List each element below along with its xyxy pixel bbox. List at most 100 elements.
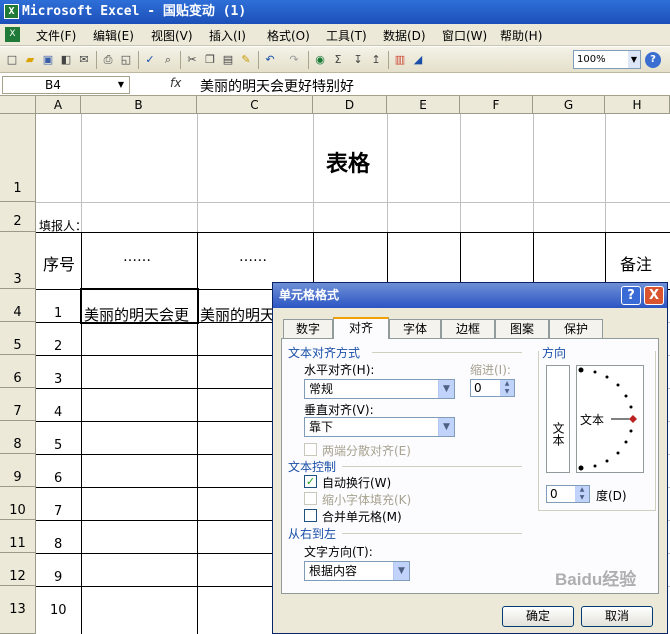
help-icon[interactable]: ? xyxy=(645,52,661,68)
column-header-f[interactable]: F xyxy=(460,96,533,114)
name-box[interactable]: B4 ▼ xyxy=(2,76,130,94)
spin-down-icon[interactable]: ▼ xyxy=(500,388,514,396)
menu-data[interactable]: 数据(D) xyxy=(383,27,426,44)
chevron-down-icon[interactable]: ▼ xyxy=(628,51,640,68)
text-direction-select[interactable]: 根据内容 ▼ xyxy=(304,561,410,581)
formula-input[interactable]: 美丽的明天会更好特别好 xyxy=(200,76,354,96)
row-header-6[interactable]: 6 xyxy=(0,355,36,388)
seq-cell[interactable]: 6 xyxy=(54,471,62,486)
permission-icon[interactable]: ◧ xyxy=(58,52,74,68)
row-header-13[interactable]: 13 xyxy=(0,586,36,634)
chart-wizard-icon[interactable]: ▥ xyxy=(392,52,408,68)
zoom-select[interactable]: 100% ▼ xyxy=(573,50,641,69)
dialog-help-button[interactable]: ? xyxy=(621,286,641,305)
row-header-7[interactable]: 7 xyxy=(0,388,36,421)
row-header-8[interactable]: 8 xyxy=(0,421,36,454)
seq-cell[interactable]: 3 xyxy=(54,372,62,387)
menu-help[interactable]: 帮助(H) xyxy=(500,27,542,44)
column-header-g[interactable]: G xyxy=(533,96,605,114)
spelling-icon[interactable]: ✓ xyxy=(142,52,158,68)
sort-ascending-icon[interactable]: ↧ xyxy=(350,52,366,68)
shrink-to-fit-checkbox[interactable] xyxy=(304,492,317,505)
column-header-e[interactable]: E xyxy=(387,96,460,114)
seq-cell[interactable]: 10 xyxy=(50,603,67,618)
seq-cell[interactable]: 5 xyxy=(54,438,62,453)
select-all-corner[interactable] xyxy=(0,96,36,114)
tab-alignment[interactable]: 对齐 xyxy=(333,317,389,339)
spin-down-icon[interactable]: ▼ xyxy=(575,494,589,502)
row-header-10[interactable]: 10 xyxy=(0,487,36,520)
menu-insert[interactable]: 插入(I) xyxy=(209,27,246,44)
menu-tools[interactable]: 工具(T) xyxy=(326,27,367,44)
research-icon[interactable]: ⌕ xyxy=(160,52,176,68)
row-header-1[interactable]: 1 xyxy=(0,114,36,202)
row-header-9[interactable]: 9 xyxy=(0,454,36,487)
tab-protection[interactable]: 保护 xyxy=(549,319,603,338)
new-icon[interactable]: □ xyxy=(4,52,20,68)
ok-button[interactable]: 确定 xyxy=(502,606,574,627)
menu-edit[interactable]: 编辑(E) xyxy=(93,27,134,44)
vertical-align-select[interactable]: 靠下 ▼ xyxy=(304,417,455,437)
email-icon[interactable]: ✉ xyxy=(76,52,92,68)
open-icon[interactable]: ▰ xyxy=(22,52,38,68)
chevron-down-icon[interactable]: ▼ xyxy=(438,418,454,436)
seq-cell[interactable]: 7 xyxy=(54,504,62,519)
indent-spinner[interactable]: 0 ▲ ▼ xyxy=(470,379,515,397)
spin-up-icon[interactable]: ▲ xyxy=(575,486,589,494)
tab-border[interactable]: 边框 xyxy=(441,319,495,338)
menu-file[interactable]: 文件(F) xyxy=(36,27,76,44)
column-header-a[interactable]: A xyxy=(36,96,81,114)
excel-doc-icon[interactable]: X xyxy=(5,27,20,42)
orientation-control[interactable]: 文本 文本 xyxy=(546,365,644,473)
drawing-icon[interactable]: ◢ xyxy=(410,52,426,68)
redo-icon[interactable]: ↷ xyxy=(286,52,302,68)
undo-icon[interactable]: ↶ xyxy=(262,52,278,68)
column-header-d[interactable]: D xyxy=(313,96,387,114)
dialog-close-button[interactable]: X xyxy=(644,286,664,305)
horizontal-align-select[interactable]: 常规 ▼ xyxy=(304,379,455,399)
justify-distributed-checkbox[interactable] xyxy=(304,443,317,456)
menu-view[interactable]: 视图(V) xyxy=(151,27,193,44)
seq-cell[interactable]: 1 xyxy=(54,306,62,321)
chevron-down-icon[interactable]: ▼ xyxy=(113,77,129,93)
tab-number[interactable]: 数字 xyxy=(283,319,333,338)
print-icon[interactable]: ⎙ xyxy=(100,52,116,68)
menu-window[interactable]: 窗口(W) xyxy=(442,27,487,44)
spin-up-icon[interactable]: ▲ xyxy=(500,380,514,388)
degree-spinner[interactable]: 0 ▲ ▼ xyxy=(546,485,590,503)
save-icon[interactable]: ▣ xyxy=(40,52,56,68)
chevron-down-icon[interactable]: ▼ xyxy=(438,380,454,398)
menu-format[interactable]: 格式(O) xyxy=(267,27,310,44)
row-header-3[interactable]: 3 xyxy=(0,232,36,289)
orientation-dial[interactable]: 文本 xyxy=(576,365,644,473)
cut-icon[interactable]: ✂ xyxy=(184,52,200,68)
autosum-icon[interactable]: Σ xyxy=(330,52,346,68)
row-header-12[interactable]: 12 xyxy=(0,553,36,586)
wrap-text-checkbox[interactable]: ✓ xyxy=(304,475,317,488)
seq-cell[interactable]: 2 xyxy=(54,339,62,354)
format-painter-icon[interactable]: ✎ xyxy=(238,52,254,68)
column-header-h[interactable]: H xyxy=(605,96,670,114)
row-header-4[interactable]: 4 xyxy=(0,289,36,322)
cell-b4[interactable]: 美丽的明天会更 xyxy=(84,304,196,325)
cancel-button[interactable]: 取消 xyxy=(581,606,653,627)
paste-icon[interactable]: ▤ xyxy=(220,52,236,68)
copy-icon[interactable]: ❐ xyxy=(202,52,218,68)
print-preview-icon[interactable]: ◱ xyxy=(118,52,134,68)
vertical-text-button[interactable]: 文本 xyxy=(546,365,570,473)
sort-descending-icon[interactable]: ↥ xyxy=(368,52,384,68)
tab-patterns[interactable]: 图案 xyxy=(495,319,549,338)
cell-c4[interactable]: 美丽的明天 xyxy=(200,304,272,325)
column-header-b[interactable]: B xyxy=(81,96,197,114)
row-header-5[interactable]: 5 xyxy=(0,322,36,355)
row-header-2[interactable]: 2 xyxy=(0,202,36,232)
function-icon[interactable]: fx xyxy=(170,76,181,90)
hyperlink-icon[interactable]: ◉ xyxy=(312,52,328,68)
seq-cell[interactable]: 8 xyxy=(54,537,62,552)
seq-cell[interactable]: 9 xyxy=(54,570,62,585)
chevron-down-icon[interactable]: ▼ xyxy=(393,562,409,580)
column-header-c[interactable]: C xyxy=(197,96,313,114)
tab-font[interactable]: 字体 xyxy=(389,319,441,338)
seq-cell[interactable]: 4 xyxy=(54,405,62,420)
merge-cells-checkbox[interactable] xyxy=(304,509,317,522)
